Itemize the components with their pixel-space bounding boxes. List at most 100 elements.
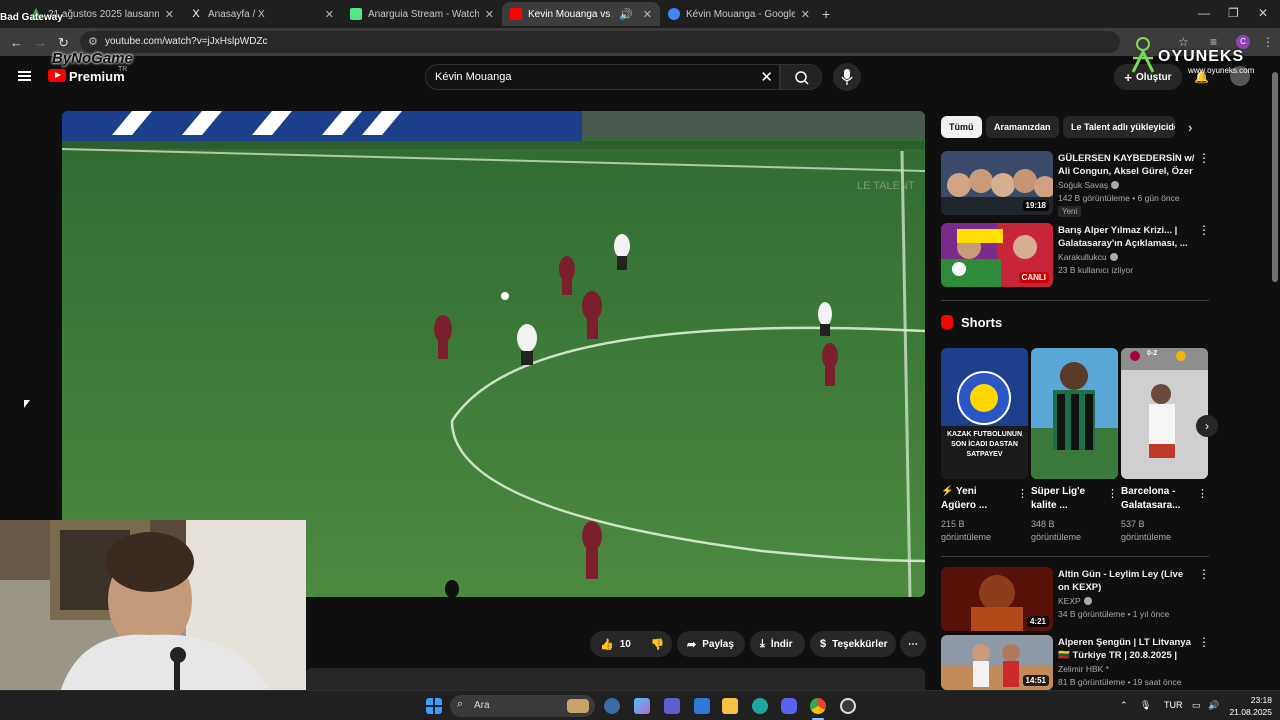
more-options-icon[interactable]: ⋮ bbox=[1198, 635, 1210, 649]
close-tab-icon[interactable]: ✕ bbox=[165, 8, 174, 21]
recommended-video[interactable]: 19:18 GÜLERSEN KAYBEDERSİN w/ Ali Congun… bbox=[941, 151, 1211, 217]
short-thumbnail[interactable]: 0-2 bbox=[1121, 348, 1208, 479]
taskbar-search-label: Ara bbox=[474, 700, 490, 711]
video-duration: 4:21 bbox=[1026, 616, 1049, 627]
back-icon[interactable]: ← bbox=[10, 35, 23, 50]
x-logo-icon: X bbox=[192, 8, 200, 20]
file-explorer-icon[interactable] bbox=[722, 698, 738, 714]
video-title[interactable]: GÜLERSEN KAYBEDERSİN w/ Ali Congun, Akse… bbox=[1058, 152, 1196, 178]
video-title[interactable]: Altin Gün - Leylim Ley (Live on KEXP) bbox=[1058, 568, 1196, 594]
taskbar-clock[interactable]: 23:18 21.08.2025 bbox=[1228, 694, 1272, 718]
short-thumbnail[interactable] bbox=[1031, 348, 1118, 479]
video-thumbnail[interactable]: 14:51 bbox=[941, 635, 1053, 690]
language-indicator[interactable]: TUR bbox=[1164, 700, 1183, 710]
more-options-icon[interactable]: ⋮ bbox=[1197, 487, 1208, 500]
like-dislike-button[interactable]: 👍 10 👎 bbox=[590, 631, 672, 657]
task-view-icon[interactable] bbox=[604, 698, 620, 714]
browser-menu-icon[interactable]: ⋮ bbox=[1262, 35, 1274, 49]
chip-from-search[interactable]: Aramanızdan bbox=[986, 116, 1059, 138]
short-title[interactable]: Barcelona - Galatasara... bbox=[1121, 485, 1195, 513]
browser-tab-active[interactable]: Kevin Mouanga vs Angers | 🔊 ✕ bbox=[502, 2, 660, 26]
tray-overflow-icon[interactable]: ⌃ bbox=[1120, 700, 1128, 711]
browser-tab[interactable]: X Anasayfa / X ✕ bbox=[182, 2, 342, 26]
site-info-icon[interactable]: ⚙ bbox=[88, 35, 98, 48]
teams-icon[interactable] bbox=[664, 698, 680, 714]
tab-title: Kévin Mouanga - Google'da Ar bbox=[686, 8, 795, 20]
more-options-icon[interactable]: ⋮ bbox=[1107, 487, 1118, 500]
chip-all[interactable]: Tümü bbox=[941, 116, 982, 138]
microphone-tray-icon[interactable]: 🎙 bbox=[1140, 700, 1151, 711]
download-button[interactable]: ⤓ İndir bbox=[750, 631, 805, 657]
more-options-icon[interactable]: ⋮ bbox=[1198, 223, 1210, 237]
reload-icon[interactable]: ↻ bbox=[58, 35, 69, 51]
chip-uploader[interactable]: Le Talent adlı yükleyiciden bbox=[1063, 116, 1175, 138]
close-tab-icon[interactable]: ✕ bbox=[325, 8, 334, 21]
more-options-icon[interactable]: ⋮ bbox=[1198, 151, 1210, 165]
menu-icon[interactable] bbox=[18, 71, 31, 81]
audio-playing-icon[interactable]: 🔊 bbox=[619, 8, 633, 21]
minimize-icon[interactable]: — bbox=[1198, 6, 1210, 20]
video-thumbnail[interactable]: 19:18 bbox=[941, 151, 1053, 215]
youtube-favicon-icon bbox=[510, 8, 522, 20]
share-button[interactable]: ➦ Paylaş bbox=[677, 631, 745, 657]
video-title[interactable]: Barış Alper Yılmaz Krizi... | Galatasara… bbox=[1058, 224, 1196, 250]
shorts-next-button[interactable]: › bbox=[1196, 415, 1218, 437]
thumbs-up-icon: 👍 bbox=[600, 638, 614, 651]
recommended-video[interactable]: 14:51 Alperen Şengün | LT Litvanya 🇱🇹 Tü… bbox=[941, 635, 1211, 690]
thanks-button[interactable]: $ Teşekkürler bbox=[810, 631, 896, 657]
shorts-logo-icon bbox=[941, 315, 953, 329]
browser-tab[interactable]: Anarguia Stream - Watch Live o ✕ bbox=[342, 2, 502, 26]
copilot-icon[interactable] bbox=[634, 698, 650, 714]
close-tab-icon[interactable]: ✕ bbox=[801, 8, 810, 21]
channel-name[interactable]: Karakullukcu bbox=[1058, 252, 1118, 262]
browser-tab[interactable]: Kévin Mouanga - Google'da Ar ✕ bbox=[660, 2, 818, 26]
chevron-right-icon[interactable]: › bbox=[1188, 120, 1192, 135]
short-title[interactable]: ⚡ Yeni Agüero ... bbox=[941, 485, 1013, 513]
more-options-icon[interactable]: ⋮ bbox=[1017, 487, 1028, 500]
new-badge: Yeni bbox=[1058, 206, 1082, 217]
windows-start-icon[interactable] bbox=[426, 698, 442, 714]
channel-name[interactable]: Zelimir HBK * bbox=[1058, 664, 1109, 674]
taskbar-search[interactable]: ⌕ Ara bbox=[450, 695, 595, 717]
search-icon bbox=[795, 71, 809, 85]
recommended-video[interactable]: 4:21 Altin Gün - Leylim Ley (Live on KEX… bbox=[941, 567, 1211, 633]
search-input[interactable]: Kévin Mouanga ✕ bbox=[425, 64, 780, 90]
close-window-icon[interactable]: ✕ bbox=[1258, 6, 1268, 20]
thumbs-down-icon[interactable]: 👎 bbox=[651, 638, 665, 651]
taskbar: ⌕ Ara ⌃ 🎙 TUR ▭ 🔊 23:18 21.08.2025 bbox=[0, 690, 1280, 720]
chrome-icon[interactable] bbox=[810, 698, 826, 714]
short-thumbnail[interactable]: KAZAK FUTBOLUNUN SON İCADI DASTAN SATPAY… bbox=[941, 348, 1028, 479]
close-tab-icon[interactable]: ✕ bbox=[485, 8, 494, 21]
channel-label: KEXP bbox=[1058, 596, 1081, 606]
more-icon: ⋯ bbox=[908, 638, 918, 650]
description-box[interactable] bbox=[306, 668, 925, 690]
edge-icon[interactable] bbox=[752, 698, 768, 714]
video-title[interactable]: Alperen Şengün | LT Litvanya 🇱🇹 Türkiye … bbox=[1058, 636, 1196, 662]
scrollbar-thumb[interactable] bbox=[1272, 72, 1278, 282]
short-title[interactable]: Süper Lig'e kalite ... bbox=[1031, 485, 1103, 513]
obs-icon[interactable] bbox=[840, 698, 856, 714]
channel-name[interactable]: KEXP bbox=[1058, 596, 1092, 606]
page-scrollbar[interactable] bbox=[1270, 60, 1280, 690]
more-actions-button[interactable]: ⋯ bbox=[900, 631, 926, 657]
recommended-video[interactable]: CANLI Barış Alper Yılmaz Krizi... | Gala… bbox=[941, 223, 1211, 289]
restore-icon[interactable]: ❐ bbox=[1228, 6, 1239, 20]
address-bar[interactable]: ⚙ youtube.com/watch?v=jJxHslpWDZc bbox=[80, 31, 1120, 53]
youtube-logo-icon[interactable] bbox=[48, 69, 66, 82]
voice-search-button[interactable] bbox=[833, 63, 861, 91]
close-tab-icon[interactable]: ✕ bbox=[643, 8, 652, 21]
chevron-right-icon: › bbox=[1205, 419, 1209, 433]
video-thumbnail[interactable]: CANLI bbox=[941, 223, 1053, 287]
network-icon[interactable]: ▭ bbox=[1192, 700, 1201, 711]
volume-icon[interactable]: 🔊 bbox=[1208, 700, 1219, 711]
search-button[interactable] bbox=[780, 64, 822, 90]
more-options-icon[interactable]: ⋮ bbox=[1198, 567, 1210, 581]
clear-search-icon[interactable]: ✕ bbox=[760, 68, 773, 86]
premium-label[interactable]: Premium bbox=[69, 69, 125, 84]
forward-icon[interactable]: → bbox=[34, 35, 47, 50]
discord-icon[interactable] bbox=[781, 698, 797, 714]
channel-name[interactable]: Soğuk Savaş bbox=[1058, 180, 1120, 190]
store-icon[interactable] bbox=[694, 698, 710, 714]
video-thumbnail[interactable]: 4:21 bbox=[941, 567, 1053, 631]
new-tab-icon[interactable]: + bbox=[822, 6, 830, 22]
